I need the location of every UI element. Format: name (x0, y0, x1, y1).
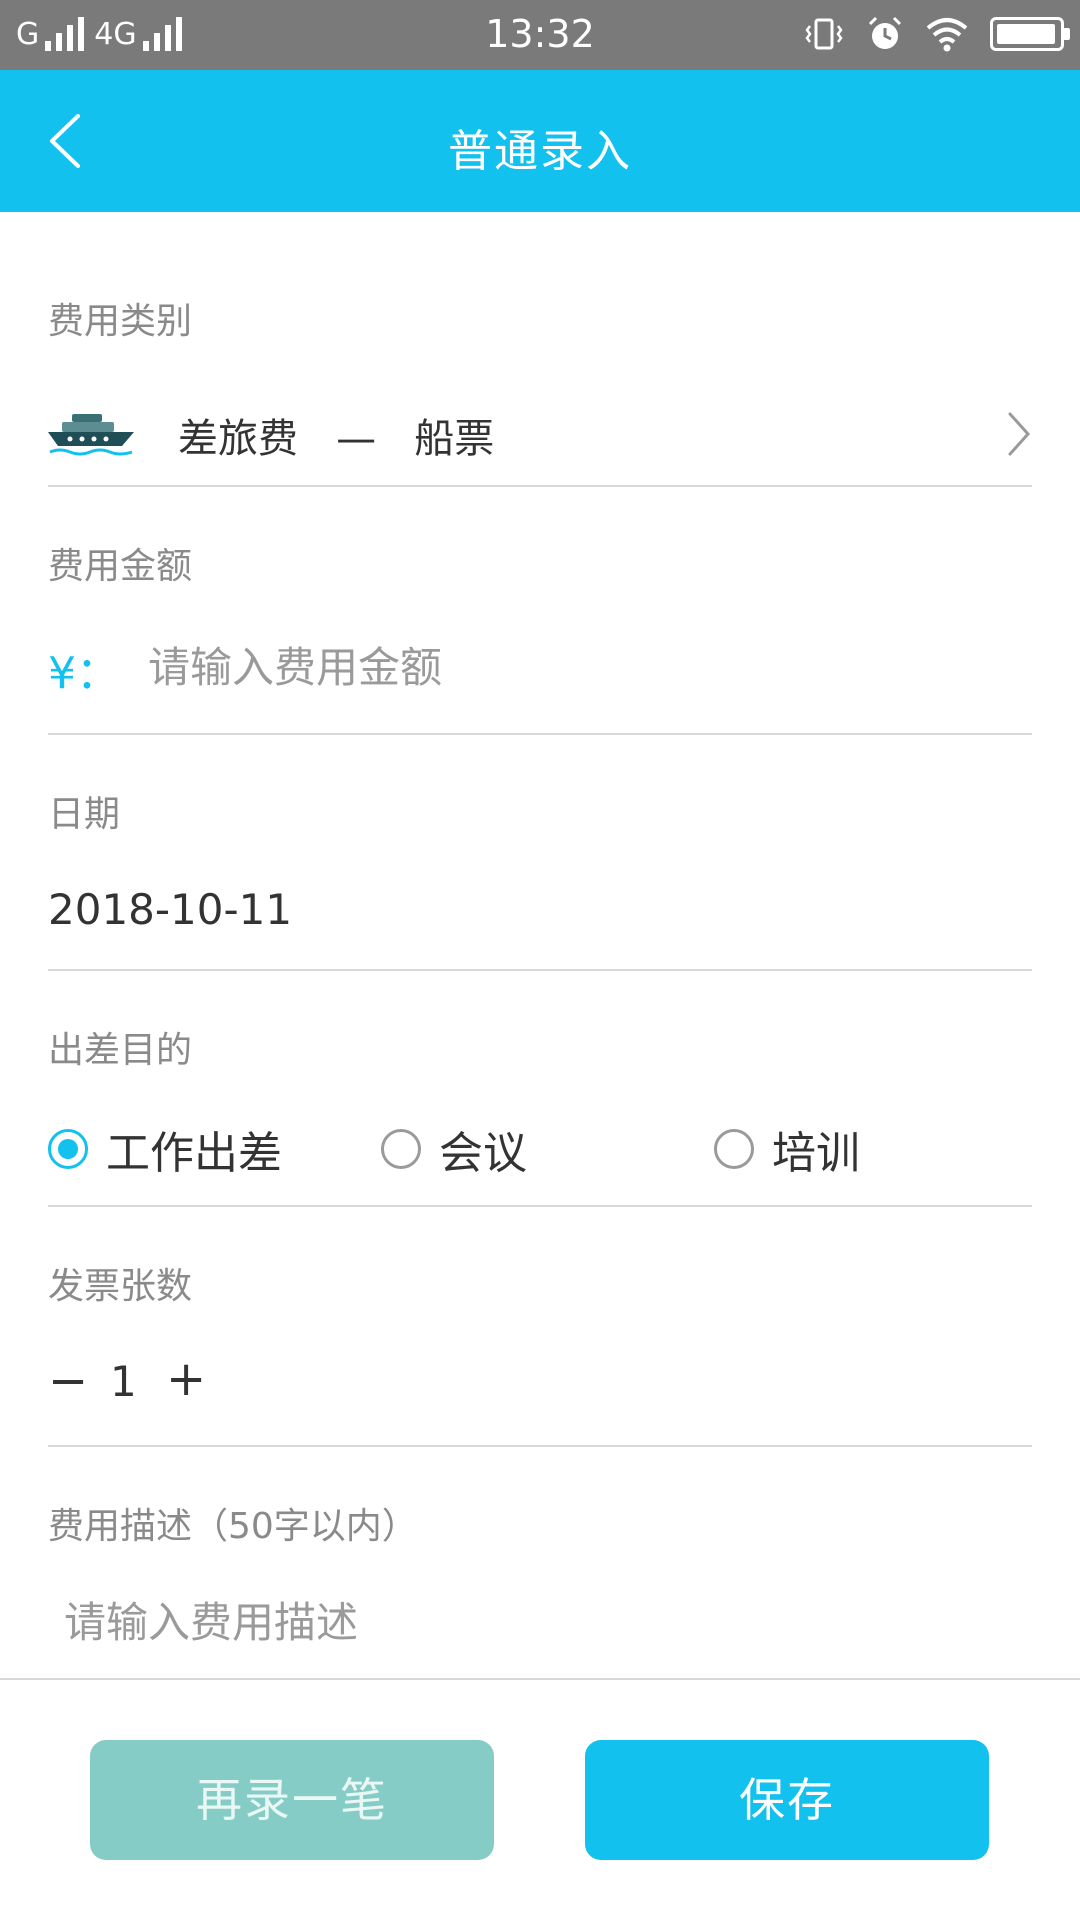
purpose-field: 出差目的 工作出差 会议 培训 (48, 971, 1032, 1207)
radio-option-meeting[interactable]: 会议 (381, 1117, 527, 1181)
currency-prefix: ¥： (48, 648, 120, 699)
invoice-count-label: 发票张数 (48, 1266, 193, 1307)
radio-label: 会议 (439, 1128, 527, 1179)
vibrate-icon (805, 18, 843, 50)
radio-unchecked-icon (381, 1129, 421, 1169)
ship-icon (48, 414, 134, 456)
radio-option-training[interactable]: 培训 (714, 1117, 860, 1181)
divider (0, 1678, 1080, 1680)
radio-label: 工作出差 (106, 1128, 282, 1179)
description-input[interactable] (64, 1587, 1024, 1657)
invoice-count-field: 发票张数 − 1 + (48, 1207, 1032, 1447)
category-value: 差旅费 — 船票 (178, 416, 495, 462)
purpose-label: 出差目的 (48, 1030, 193, 1071)
increment-button[interactable]: + (166, 1355, 206, 1403)
app-header: 普通录入 (0, 70, 1080, 212)
description-label: 费用描述（50字以内） (48, 1506, 418, 1547)
chevron-right-icon (1008, 412, 1031, 456)
category-label: 费用类别 (48, 301, 193, 342)
status-right (804, 12, 1070, 56)
wifi-icon (926, 18, 968, 52)
decrement-button[interactable]: − (48, 1357, 88, 1405)
radio-checked-icon (48, 1129, 88, 1169)
battery-icon (990, 17, 1070, 51)
category-selector[interactable]: 差旅费 — 船票 (48, 404, 1032, 464)
category-field: 费用类别 差旅费 — 船票 (48, 212, 1032, 487)
date-field: 日期 2018-10-11 (48, 735, 1032, 971)
radio-option-work-trip[interactable]: 工作出差 (48, 1117, 282, 1181)
amount-label: 费用金额 (48, 546, 193, 587)
add-another-button[interactable]: 再录一笔 (90, 1740, 494, 1860)
amount-field: 费用金额 ¥： (48, 487, 1032, 735)
save-button[interactable]: 保存 (585, 1740, 989, 1860)
date-value[interactable]: 2018-10-11 (48, 885, 292, 934)
radio-unchecked-icon (714, 1129, 754, 1169)
amount-input[interactable] (148, 637, 1028, 697)
invoice-count-value: 1 (110, 1357, 137, 1406)
status-bar: G 4G 13:32 (0, 0, 1080, 70)
alarm-icon (868, 16, 902, 49)
page-title: 普通录入 (448, 126, 632, 177)
date-label: 日期 (48, 794, 121, 835)
radio-label: 培训 (772, 1128, 860, 1179)
